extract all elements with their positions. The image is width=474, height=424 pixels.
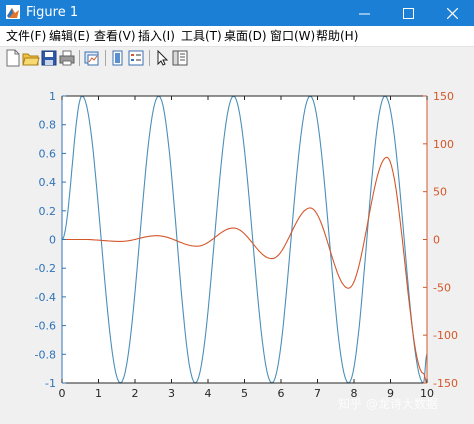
minimize-icon [358, 13, 370, 14]
y-right-tick-label: -150 [433, 377, 458, 390]
insert-colorbar-button[interactable] [109, 49, 127, 67]
save-icon [41, 50, 57, 66]
y-right-tick-label: 50 [433, 186, 447, 199]
menu-edit[interactable]: 编辑(E) [49, 28, 90, 44]
new-figure-button[interactable] [4, 49, 22, 67]
link-plot-button[interactable] [83, 49, 101, 67]
menu-tools[interactable]: 工具(T) [181, 28, 222, 44]
toolbar-separator [149, 50, 150, 66]
insert-legend-button[interactable] [127, 49, 145, 67]
close-button[interactable] [430, 0, 474, 26]
y-right-tick-label: 100 [433, 138, 454, 151]
property-inspector-button[interactable] [171, 49, 189, 67]
insert-colorbar-icon [112, 50, 123, 66]
toolbar-separator [79, 50, 80, 66]
watermark-text: 知乎 @龙诗大数据 [338, 397, 438, 411]
minimize-button[interactable] [342, 0, 386, 26]
toolbar-separator [105, 50, 106, 66]
x-tick-label: 5 [241, 387, 248, 400]
y-left-tick-label: -0.2 [35, 262, 56, 275]
x-tick-label: 6 [278, 387, 285, 400]
y-left-tick-label: -0.8 [35, 348, 56, 361]
window-title: Figure 1 [26, 5, 79, 20]
save-button[interactable] [40, 49, 58, 67]
plot-axes[interactable]: 0 1 2 3 4 5 6 7 8 9 10-1-0.8-0.6-0.4-0.200.20.40.6… [0, 69, 474, 424]
y-right-tick-label: 150 [433, 90, 454, 103]
new-figure-icon [6, 49, 20, 67]
y-left-tick-label: 0.8 [39, 119, 57, 132]
title-bar: Figure 1 [0, 0, 474, 26]
menu-help[interactable]: 帮助(H) [316, 28, 358, 44]
print-button[interactable] [58, 49, 76, 67]
menu-view[interactable]: 查看(V) [94, 28, 136, 44]
maximize-icon [402, 7, 414, 19]
y-left-tick-label: 0.6 [39, 147, 57, 160]
close-icon [446, 7, 458, 19]
x-tick-label: 4 [205, 387, 212, 400]
y-left-tick-label: 0 [49, 234, 56, 247]
maximize-button[interactable] [386, 0, 430, 26]
x-tick-label: 7 [314, 387, 321, 400]
y-right-tick-label: -50 [433, 281, 451, 294]
matlab-logo-icon [6, 5, 20, 19]
x-tick-label: 1 [95, 387, 102, 400]
y-left-tick-label: 0.2 [39, 205, 57, 218]
toolbar [0, 46, 474, 70]
pointer-icon [157, 49, 169, 66]
axes-background [62, 96, 427, 383]
x-tick-label: 0 [59, 387, 66, 400]
menu-desktop[interactable]: 桌面(D) [224, 28, 267, 44]
y-left-tick-label: 1 [49, 90, 56, 103]
property-inspector-icon [172, 50, 188, 66]
menu-window[interactable]: 窗口(W) [270, 28, 315, 44]
open-file-button[interactable] [22, 49, 40, 67]
pointer-button[interactable] [153, 49, 171, 67]
x-tick-label: 2 [132, 387, 139, 400]
menu-file[interactable]: 文件(F) [6, 28, 46, 44]
insert-legend-icon [128, 50, 144, 66]
menu-insert[interactable]: 插入(I) [138, 28, 175, 44]
y-right-tick-label: 0 [433, 234, 440, 247]
open-file-icon [22, 53, 40, 66]
print-icon [59, 50, 75, 66]
figure-canvas[interactable]: 0 1 2 3 4 5 6 7 8 9 10 -1 -0.8 -0.6 -0.4 -0.2 0 0.2 0.4 0.6… [0, 69, 474, 424]
y-left-tick-label: -0.6 [35, 320, 56, 333]
y-right-tick-label: -100 [433, 329, 458, 342]
link-plot-icon [84, 51, 99, 66]
y-left-tick-label: -1 [45, 377, 56, 390]
x-tick-label: 3 [168, 387, 175, 400]
menu-bar: 文件(F) 编辑(E) 查看(V) 插入(I) 工具(T) 桌面(D) 窗口(W… [0, 26, 474, 46]
y-left-tick-label: 0.4 [39, 176, 57, 189]
y-left-tick-label: -0.4 [35, 291, 56, 304]
